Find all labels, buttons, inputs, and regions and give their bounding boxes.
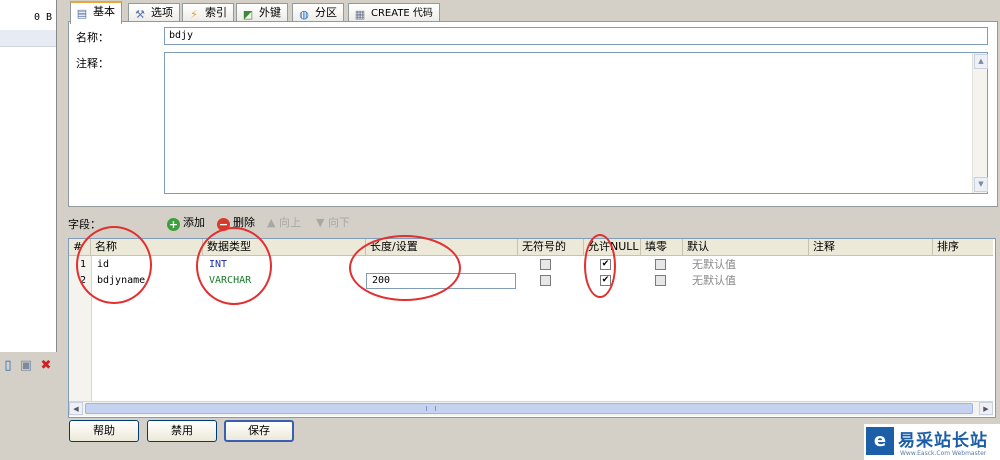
field-name[interactable]: bdjyname (91, 273, 145, 289)
delete-field-button[interactable]: − 删除 (217, 215, 255, 231)
tab-foreign-keys[interactable]: ◩ 外键 (236, 3, 288, 22)
close-icon[interactable]: ✖ (38, 358, 54, 374)
tab-label: 选项 (151, 6, 173, 19)
move-up-button[interactable]: ▲ 向上 (267, 215, 301, 231)
add-field-button[interactable]: + 添加 (167, 215, 205, 231)
fields-grid[interactable]: # 名称 数据类型 长度/设置 无符号的 允许NULL 填零 默认 注释 排序 … (68, 238, 996, 418)
field-length-editor[interactable]: 200 (366, 273, 516, 289)
header-number[interactable]: # (69, 239, 91, 255)
header-comment[interactable]: 注释 (809, 239, 933, 255)
tab-basic[interactable]: ▤ 基本 (70, 1, 122, 24)
row-number: 1 (80, 259, 87, 270)
left-pane-top: 0 B (0, 0, 56, 30)
header-allow-null[interactable]: 允许NULL (584, 239, 641, 255)
field-default[interactable]: 无默认值 (686, 257, 736, 273)
zerofill-checkbox[interactable] (655, 259, 666, 270)
tab-label: 基本 (93, 5, 115, 18)
watermark-logo-icon: e (866, 427, 894, 455)
move-down-button[interactable]: ▼ 向下 (316, 215, 350, 231)
field-name[interactable]: id (91, 257, 109, 273)
grip-icon (426, 406, 436, 411)
allow-null-checkbox[interactable]: ✔ (600, 275, 611, 286)
save-button[interactable]: 保存 (224, 420, 294, 442)
tab-create-code[interactable]: ▦ CREATE 代码 (348, 3, 440, 22)
tab-indexes[interactable]: ⚡ 索引 (182, 3, 234, 22)
scroll-left-icon[interactable]: ◀ (69, 402, 83, 415)
globe-icon: ◍ (299, 8, 309, 21)
field-type[interactable]: VARCHAR (203, 273, 251, 289)
comment-textarea[interactable]: ▲ ▼ (164, 52, 988, 194)
field-comment[interactable] (809, 257, 815, 273)
up-label: 向上 (278, 216, 301, 229)
scroll-right-icon[interactable]: ▶ (979, 402, 993, 415)
delete-icon: − (217, 218, 230, 231)
delete-label: 删除 (233, 216, 255, 229)
watermark: e 易采站长站 Www.Easck.Com Webmaster (864, 424, 1000, 460)
left-toolbar: ▯ ▣ ✖ (0, 356, 60, 380)
name-label: 名称： (76, 31, 109, 44)
watermark-text: 易采站长站 (898, 431, 988, 451)
field-default[interactable]: 无默认值 (686, 273, 736, 289)
arrow-down-icon: ▼ (316, 216, 325, 229)
row-number: 2 (80, 275, 87, 286)
wrench-icon: ⚒ (135, 8, 145, 21)
allow-null-checkbox[interactable]: ✔ (600, 259, 611, 270)
header-data-type[interactable]: 数据类型 (203, 239, 366, 255)
left-selected-row[interactable] (0, 30, 56, 47)
add-icon: + (167, 218, 180, 231)
lightning-icon: ⚡ (190, 8, 198, 21)
fields-label: 字段： (68, 218, 101, 231)
save-disk-icon[interactable]: ▣ (18, 358, 34, 374)
header-sort[interactable]: 排序 (933, 239, 993, 255)
tab-partitions[interactable]: ◍ 分区 (292, 3, 344, 22)
unsigned-checkbox[interactable] (540, 275, 551, 286)
size-label: 0 B (33, 12, 52, 23)
left-tree-pane[interactable]: 0 B (0, 0, 57, 352)
header-length[interactable]: 长度/设置 (366, 239, 518, 255)
tab-bar: ▤ 基本 ⚒ 选项 ⚡ 索引 ◩ 外键 ◍ 分区 ▦ CREATE 代码 (68, 0, 998, 24)
scroll-down-icon[interactable]: ▼ (974, 177, 988, 192)
scroll-thumb[interactable] (85, 403, 973, 414)
table-icon: ▤ (76, 7, 88, 20)
header-unsigned[interactable]: 无符号的 (518, 239, 584, 255)
help-button[interactable]: 帮助 (69, 420, 139, 442)
scroll-up-icon[interactable]: ▲ (974, 54, 988, 69)
new-document-icon[interactable]: ▯ (0, 358, 16, 374)
table-row[interactable]: 1 id INT ✔ 无默认值 (69, 257, 993, 273)
tab-label: 分区 (315, 6, 337, 19)
comment-scrollbar[interactable]: ▲ ▼ (972, 53, 988, 193)
comment-label: 注释： (76, 57, 109, 70)
header-name[interactable]: 名称 (91, 239, 203, 255)
zerofill-checkbox[interactable] (655, 275, 666, 286)
tab-options[interactable]: ⚒ 选项 (128, 3, 180, 22)
field-comment[interactable] (809, 273, 815, 289)
table-row[interactable]: 2 bdjyname VARCHAR 200 ✔ 无默认值 (69, 273, 993, 289)
field-length[interactable] (366, 257, 372, 273)
tab-label: 索引 (205, 6, 227, 19)
tab-label: CREATE 代码 (371, 8, 433, 19)
tab-label: 外键 (259, 6, 281, 19)
arrow-up-icon: ▲ (267, 216, 276, 229)
grid-header: # 名称 数据类型 长度/设置 无符号的 允许NULL 填零 默认 注释 排序 (69, 239, 993, 256)
disable-button[interactable]: 禁用 (147, 420, 217, 442)
horizontal-scrollbar[interactable]: ◀ ▶ (69, 401, 993, 416)
add-label: 添加 (183, 216, 205, 229)
watermark-subtext: Www.Easck.Com Webmaster (900, 450, 987, 457)
down-label: 向下 (327, 216, 350, 229)
chart-icon: ◩ (242, 8, 254, 21)
field-type[interactable]: INT (203, 257, 227, 273)
document-icon: ▦ (354, 8, 366, 21)
unsigned-checkbox[interactable] (540, 259, 551, 270)
header-default[interactable]: 默认 (683, 239, 809, 255)
table-name-input[interactable]: bdjy (164, 27, 988, 45)
header-zerofill[interactable]: 填零 (641, 239, 683, 255)
